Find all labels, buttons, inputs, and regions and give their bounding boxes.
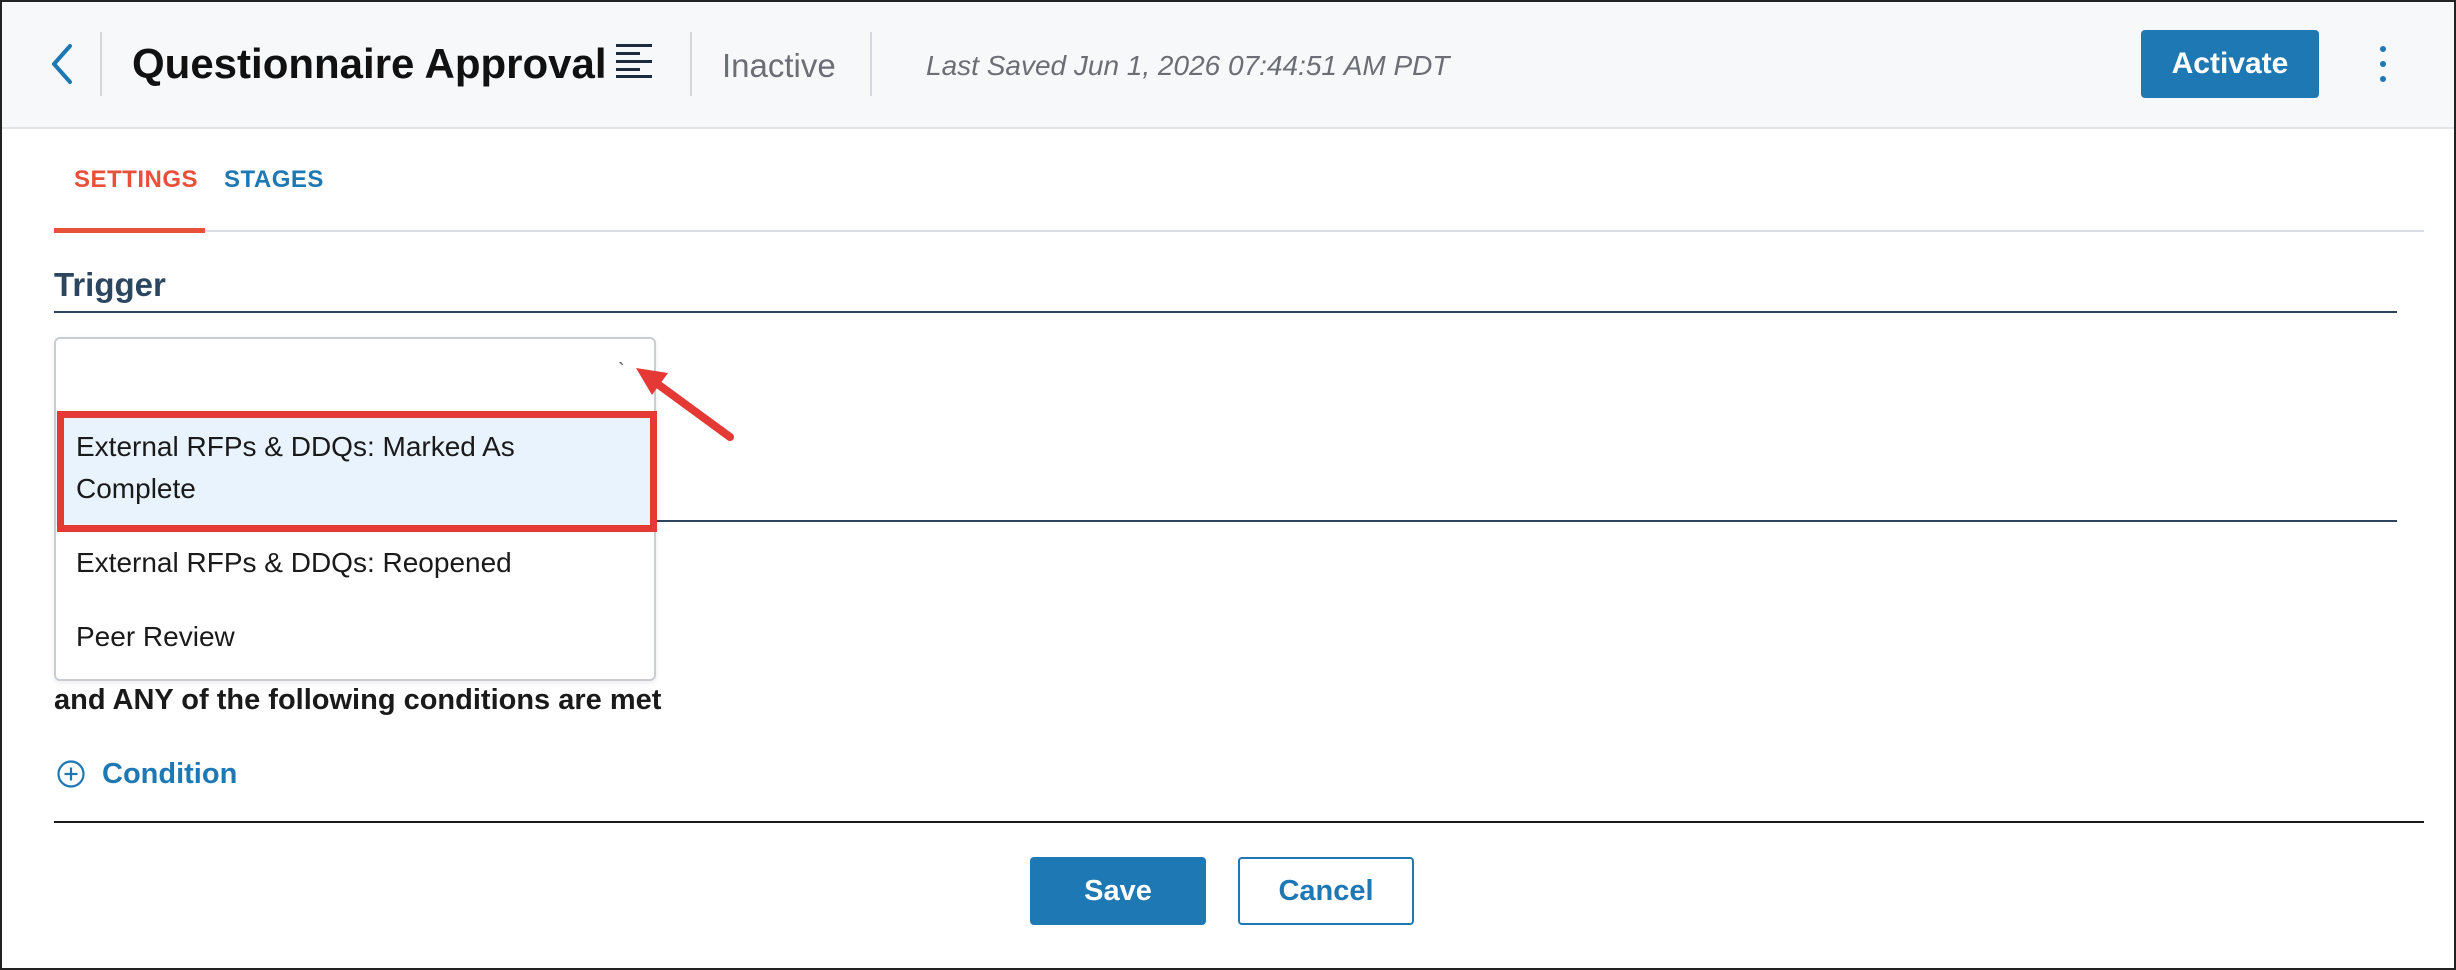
text-lines-icon xyxy=(616,44,652,78)
add-condition-label: Condition xyxy=(102,757,238,790)
chevron-left-icon xyxy=(52,44,72,84)
section-divider xyxy=(54,311,2397,313)
annotation-highlight-box xyxy=(57,411,657,532)
more-options-button[interactable] xyxy=(2372,42,2396,86)
conditions-description: and ANY of the following conditions are … xyxy=(54,684,662,716)
page-header: Questionnaire Approval Inactive Last Sav… xyxy=(2,2,2454,129)
header-divider xyxy=(100,32,102,96)
activate-button[interactable]: Activate xyxy=(2141,30,2319,98)
tab-stages[interactable]: STAGES xyxy=(224,166,324,194)
page-title: Questionnaire Approval xyxy=(132,40,607,87)
trigger-section-title: Trigger xyxy=(54,266,166,303)
annotation-arrow-icon xyxy=(636,368,734,441)
app-window: Questionnaire Approval Inactive Last Sav… xyxy=(0,0,2456,970)
back-button[interactable] xyxy=(44,40,80,88)
kebab-menu-icon xyxy=(2380,46,2386,52)
footer-divider xyxy=(54,821,2424,823)
header-divider xyxy=(690,32,692,96)
dropdown-option-reopened[interactable]: External RFPs & DDQs: Reopened xyxy=(76,542,512,584)
plus-circle-icon xyxy=(57,760,85,788)
kebab-menu-icon-dot xyxy=(2380,76,2386,82)
active-tab-indicator xyxy=(54,228,205,233)
header-divider xyxy=(870,32,872,96)
dropdown-option-peer-review[interactable]: Peer Review xyxy=(76,616,235,658)
tabs-divider xyxy=(54,230,2424,232)
list-icon[interactable] xyxy=(614,42,654,78)
kebab-menu-icon-dot xyxy=(2380,61,2386,67)
save-button[interactable]: Save xyxy=(1030,857,1206,925)
status-label: Inactive xyxy=(722,47,836,84)
tab-settings[interactable]: SETTINGS xyxy=(74,166,198,194)
cancel-button[interactable]: Cancel xyxy=(1238,857,1414,925)
add-condition-button[interactable]: Condition xyxy=(56,754,237,794)
last-saved-text: Last Saved Jun 1, 2026 07:44:51 AM PDT xyxy=(926,50,1450,81)
